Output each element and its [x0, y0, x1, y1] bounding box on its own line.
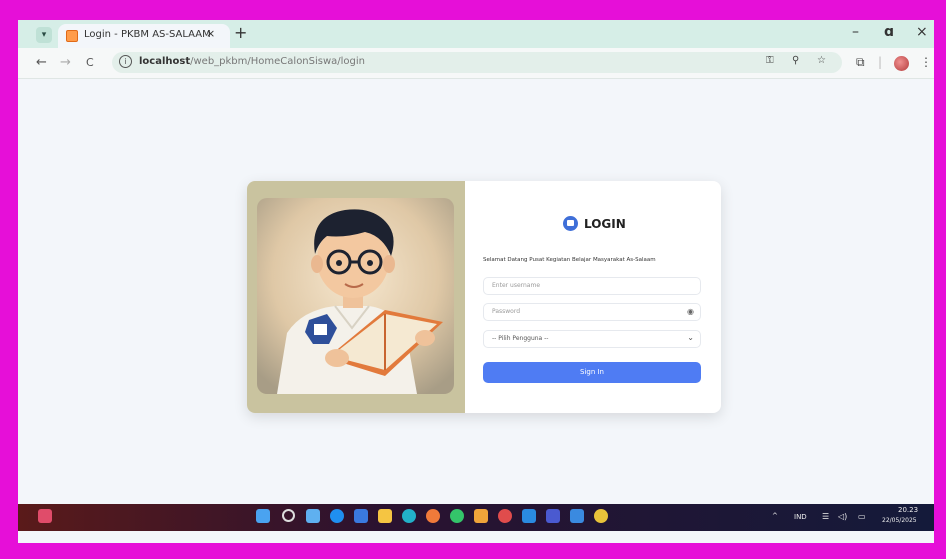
new-tab-button[interactable]: + — [234, 24, 247, 42]
role-select-value: -- Pilih Pengguna -- — [492, 335, 549, 342]
firefox-icon[interactable] — [426, 509, 440, 523]
zoom-icon[interactable]: ⚲ — [792, 55, 799, 66]
profile-avatar[interactable] — [894, 56, 909, 71]
chrome-icon[interactable] — [594, 509, 608, 523]
extensions-icon[interactable]: ⧉ — [856, 55, 865, 70]
student-reading-image — [257, 198, 454, 394]
browser-tab-bar: ▾ Login - PKBM AS-SALAAM × + – ɑ × — [18, 20, 934, 48]
kebab-menu-icon[interactable]: ⋮ — [920, 55, 932, 69]
password-field[interactable]: Password ◉ — [483, 303, 701, 321]
tab-title: Login - PKBM AS-SALAAM — [84, 29, 211, 40]
role-select[interactable]: -- Pilih Pengguna -- ⌄ — [483, 330, 701, 348]
school-logo-icon — [563, 216, 578, 231]
illustration-panel — [247, 181, 465, 413]
app-icon-4[interactable] — [570, 509, 584, 523]
username-placeholder: Enter username — [492, 282, 541, 289]
welcome-text: Selamat Datang Pusat Kegiatan Belajar Ma… — [483, 257, 656, 263]
show-password-eye-icon[interactable]: ◉ — [687, 307, 694, 316]
app-icon-3[interactable] — [546, 509, 560, 523]
login-title: LOGIN — [584, 217, 626, 231]
maximize-button[interactable]: ɑ — [884, 24, 894, 40]
chevron-down-icon: ⌄ — [687, 333, 694, 342]
task-view-icon[interactable] — [306, 509, 320, 523]
search-icon[interactable] — [282, 509, 295, 522]
tab-close-icon[interactable]: × — [206, 27, 215, 40]
close-window-button[interactable]: × — [916, 24, 928, 40]
star-icon[interactable]: ☆ — [817, 55, 826, 66]
clock-time[interactable]: 20.23 — [898, 506, 918, 514]
login-form-panel: LOGIN Selamat Datang Pusat Kegiatan Bela… — [465, 181, 721, 413]
browser-address-bar: ← → C i localhost/web_pkbm/HomeCalonSisw… — [18, 48, 934, 79]
back-button[interactable]: ← — [36, 55, 47, 70]
widgets-icon[interactable] — [38, 509, 52, 523]
site-info-icon[interactable]: i — [119, 55, 132, 68]
start-menu-icon[interactable] — [256, 509, 270, 523]
username-field[interactable]: Enter username — [483, 277, 701, 295]
vscode-icon[interactable] — [522, 509, 536, 523]
edge-browser-icon[interactable] — [330, 509, 344, 523]
whatsapp-icon[interactable] — [450, 509, 464, 523]
app-icon-2[interactable] — [498, 509, 512, 523]
wifi-icon[interactable]: ☰ — [822, 512, 829, 521]
xampp-icon[interactable] — [474, 509, 488, 523]
tab-search-dropdown-icon[interactable]: ▾ — [36, 27, 52, 43]
password-key-icon[interactable]: ⚿ — [766, 55, 774, 66]
url-host: localhost — [139, 56, 191, 67]
password-placeholder: Password — [492, 308, 521, 315]
volume-icon[interactable]: ◁) — [838, 512, 847, 521]
file-explorer-icon[interactable] — [378, 509, 392, 523]
reload-button[interactable]: C — [86, 56, 94, 69]
toolbar-divider: | — [878, 55, 883, 69]
login-card: LOGIN Selamat Datang Pusat Kegiatan Bela… — [247, 181, 721, 413]
url-text[interactable]: localhost/web_pkbm/HomeCalonSiswa/login — [139, 56, 365, 67]
app-icon-1[interactable] — [402, 509, 416, 523]
battery-icon[interactable]: ▭ — [858, 512, 866, 521]
student-reading-illustration — [257, 198, 454, 394]
url-bar[interactable]: i localhost/web_pkbm/HomeCalonSiswa/logi… — [112, 52, 842, 73]
language-indicator[interactable]: IND — [794, 513, 807, 521]
store-icon[interactable] — [354, 509, 368, 523]
desktop-screen: ▾ Login - PKBM AS-SALAAM × + – ɑ × ← → C… — [18, 20, 934, 543]
sign-in-button[interactable]: Sign In — [483, 362, 701, 383]
windows-taskbar: ^ IND ☰ ◁) ▭ 20.23 22/05/2025 — [18, 504, 934, 531]
url-path: /web_pkbm/HomeCalonSiswa/login — [190, 56, 366, 67]
outer-frame: ▾ Login - PKBM AS-SALAAM × + – ɑ × ← → C… — [0, 0, 946, 559]
tab-login[interactable]: Login - PKBM AS-SALAAM × — [58, 24, 230, 48]
clock-date[interactable]: 22/05/2025 — [882, 517, 917, 524]
forward-button[interactable]: → — [60, 55, 71, 70]
tab-favicon-icon — [66, 30, 78, 42]
tray-overflow-caret[interactable]: ^ — [772, 512, 778, 520]
minimize-button[interactable]: – — [852, 24, 859, 40]
